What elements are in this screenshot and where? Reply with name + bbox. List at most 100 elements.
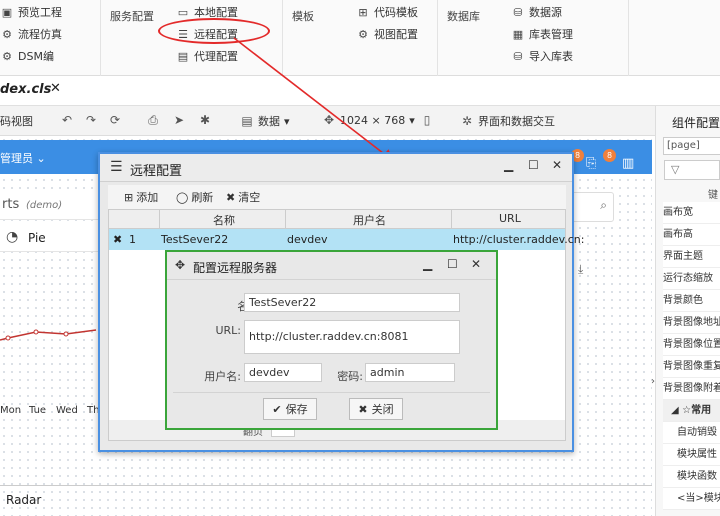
chevron-down-icon: ▾ <box>284 114 290 128</box>
refresh-icon: ◯ <box>176 190 189 204</box>
send-icon[interactable]: ➤ <box>172 113 186 127</box>
template-category: 模板 <box>292 10 314 23</box>
page-selector[interactable]: [page] <box>663 137 720 155</box>
user-field[interactable]: devdev <box>244 363 322 382</box>
resolution-menu[interactable]: ✥ 1024 × 768 ▾ <box>322 113 415 127</box>
data-menu[interactable]: ▤ 数据 ▾ <box>240 113 290 129</box>
add-icon: ⊞ <box>124 190 134 204</box>
user-label: 用户名: <box>204 370 241 383</box>
window-titlebar[interactable]: ☰ 远程配置 ▁ ☐ ✕ <box>100 154 572 182</box>
property-row[interactable]: <当>模块 <box>663 488 720 510</box>
dialog-titlebar[interactable]: ✥ 配置远程服务器 ▁ ☐ ✕ <box>167 252 496 280</box>
property-row[interactable]: 背景图像重复 <box>663 356 720 378</box>
redo-icon[interactable]: ↷ <box>84 113 98 127</box>
save-button[interactable]: ✔ 保存 <box>263 398 317 420</box>
ribbon-divider <box>628 0 629 76</box>
editor-toolbar: 码视图 ↶ ↷ ⟳ ⎙ ➤ ✱ ▤ 数据 ▾ ✥ 1024 × 768 ▾ ▯ … <box>0 106 655 136</box>
divider <box>451 210 452 229</box>
preview-project-button[interactable]: ▣ 预览工程 <box>0 4 62 22</box>
panel-title: 组件配置 <box>672 116 720 130</box>
rts-panel: rts (demo) <box>0 190 100 220</box>
attachment-icon[interactable]: ⎘ <box>586 156 596 171</box>
trash-icon[interactable]: ▥ <box>622 156 634 171</box>
table-manage-icon: ▦ <box>512 28 524 41</box>
notification-badge: 8 <box>603 149 616 162</box>
row-user: devdev <box>287 233 328 246</box>
property-row[interactable]: 运行态缩放 <box>663 268 720 290</box>
column-header-user[interactable]: 用户名 <box>353 212 386 228</box>
download-icon[interactable]: ⤓ <box>578 262 583 277</box>
url-field[interactable]: http://cluster.raddev.cn:8081 <box>244 320 460 354</box>
chevron-right-icon[interactable]: › <box>651 376 655 387</box>
column-header-name[interactable]: 名称 <box>213 212 235 228</box>
close-icon[interactable]: ✕ <box>50 81 61 96</box>
delete-row-icon[interactable]: ✖ <box>113 233 122 246</box>
minimize-icon[interactable]: ▁ <box>504 158 513 172</box>
view-config-button[interactable]: ⚙ 视图配置 <box>356 26 418 44</box>
highlight-oval <box>158 18 270 44</box>
property-row[interactable]: 背景颜色 <box>663 290 720 312</box>
name-field[interactable]: TestSever22 <box>244 293 460 312</box>
table-row[interactable]: ✖ 1 TestSever22 devdev http://cluster.ra… <box>109 229 584 250</box>
search-icon[interactable]: ⌕ <box>600 198 607 213</box>
table-manage-button[interactable]: ▦ 库表管理 <box>511 26 573 44</box>
property-row[interactable]: 界面主题 <box>663 246 720 268</box>
import-table-button[interactable]: ⛁ 导入库表 <box>511 48 573 66</box>
close-icon[interactable]: ✕ <box>471 257 481 271</box>
pie-chart-icon: ◔ <box>6 229 19 245</box>
property-row[interactable]: 画布宽 <box>663 202 720 224</box>
data-icon: ▤ <box>241 114 253 128</box>
property-row[interactable]: 背景图像地址 <box>663 312 720 334</box>
property-row[interactable]: 自动销毁 <box>663 422 720 444</box>
datasource-button[interactable]: ⛁ 数据源 <box>511 4 562 22</box>
user-menu[interactable]: 管理员 ⌄ <box>0 150 46 166</box>
divider <box>159 210 160 229</box>
maximize-icon[interactable]: ☐ <box>528 158 539 172</box>
code-view-button[interactable]: 码视图 <box>0 113 33 129</box>
divider <box>285 210 286 229</box>
property-group[interactable]: ◢ ☆常用 <box>663 400 720 422</box>
close-icon[interactable]: ✕ <box>552 158 562 172</box>
flow-simulation-button[interactable]: ⚙ 流程仿真 <box>0 26 62 44</box>
file-tab[interactable]: dex.cls <box>0 82 51 97</box>
debug-icon[interactable]: ⎙ <box>146 113 160 127</box>
dsm-button[interactable]: ⚙ DSM编 <box>0 48 54 66</box>
filter-icon: ▽ <box>671 163 680 176</box>
chevron-down-icon: ⌄ <box>36 152 46 165</box>
password-label: 密码: <box>337 370 363 383</box>
local-config-icon: ▭ <box>177 6 189 19</box>
dialog-footer: ✔ 保存 ✖ 关闭 <box>173 392 490 424</box>
move-icon: ✥ <box>175 258 186 272</box>
configure-server-dialog[interactable]: ✥ 配置远程服务器 ▁ ☐ ✕ 名称: TestSever22 URL: htt… <box>165 250 498 430</box>
column-header-url[interactable]: URL <box>499 212 521 225</box>
import-table-icon: ⛁ <box>513 50 523 63</box>
minimize-icon[interactable]: ▁ <box>423 257 432 271</box>
property-row[interactable]: 背景图像附着 <box>663 378 720 400</box>
maximize-icon[interactable]: ☐ <box>447 257 458 271</box>
refresh-button[interactable]: ◯ 刷新 <box>176 189 213 205</box>
property-row[interactable]: 背景图像位置 <box>663 334 720 356</box>
property-row[interactable]: 模块函数 <box>663 466 720 488</box>
axis-label: Tue <box>29 405 47 416</box>
proxy-config-button[interactable]: ▤ 代理配置 <box>176 48 238 66</box>
code-template-button[interactable]: ⊞ 代码模板 <box>356 4 418 22</box>
collapse-icon: ◢ <box>671 405 683 416</box>
view-config-icon: ⚙ <box>358 28 368 41</box>
password-field[interactable]: admin <box>365 363 455 382</box>
property-row[interactable]: 画布高 <box>663 224 720 246</box>
close-button[interactable]: ✖ 关闭 <box>349 398 403 420</box>
bug-icon[interactable]: ✱ <box>198 113 212 127</box>
refresh-icon[interactable]: ⟳ <box>108 113 122 127</box>
ui-data-interaction-button[interactable]: ✲ 界面和数据交互 <box>460 113 555 129</box>
filter-input[interactable]: ▽ <box>664 160 720 180</box>
search-box[interactable]: ⌕ <box>570 192 614 222</box>
undo-icon[interactable]: ↶ <box>60 113 74 127</box>
pie-title: Pie <box>28 231 46 245</box>
dialog-title: 配置远程服务器 <box>193 261 278 275</box>
rts-title: rts <box>2 197 20 212</box>
move-icon: ✥ <box>323 113 335 127</box>
clear-button[interactable]: ✖ 清空 <box>226 189 260 205</box>
property-row[interactable]: 模块属性 <box>663 444 720 466</box>
mobile-icon[interactable]: ▯ <box>420 113 434 127</box>
add-button[interactable]: ⊞ 添加 <box>124 189 158 205</box>
